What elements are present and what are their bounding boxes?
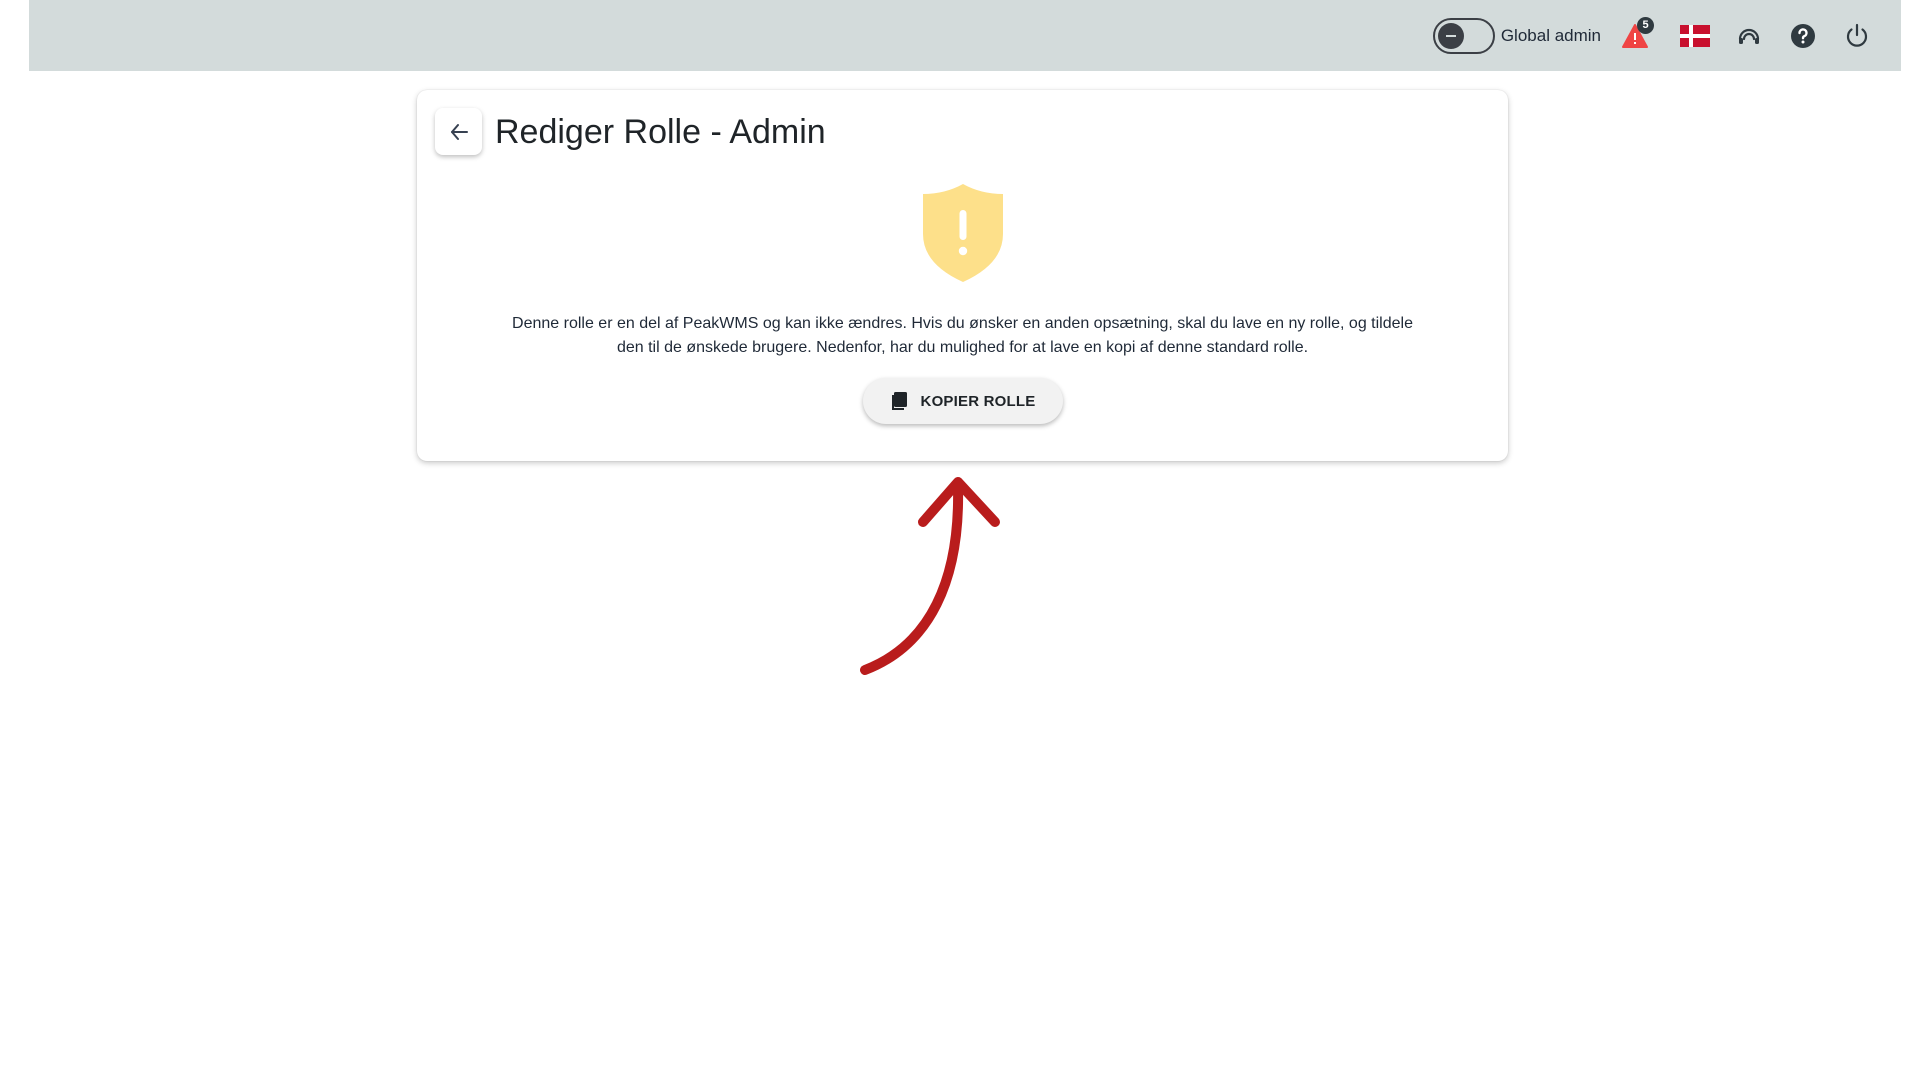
- language-button[interactable]: [1679, 20, 1711, 52]
- power-icon: [1846, 23, 1868, 47]
- global-admin-toggle[interactable]: [1432, 18, 1495, 54]
- annotation-arrow-icon: [860, 477, 1000, 675]
- copy-role-button[interactable]: KOPIER ROLLE: [863, 378, 1063, 424]
- logout-button[interactable]: [1841, 20, 1873, 52]
- headset-support-icon: [1738, 28, 1760, 44]
- back-button[interactable]: [435, 108, 482, 155]
- alerts-button[interactable]: 5: [1619, 17, 1654, 52]
- support-button[interactable]: [1733, 20, 1765, 52]
- global-admin-label: Global admin: [1500, 26, 1601, 45]
- notice-line-2: den til de ønskede brugere. Nedenfor, ha…: [616, 339, 1309, 356]
- help-button[interactable]: [1787, 20, 1819, 52]
- role-card: Rediger Rolle - Admin Denne rolle er en …: [417, 90, 1508, 461]
- top-bar-actions: Global admin 5: [1432, 17, 1873, 55]
- top-bar: Global admin 5: [29, 0, 1901, 71]
- alert-count-badge: 5: [1637, 17, 1654, 34]
- shield-exclamation-icon: [923, 184, 1003, 282]
- copy-role-label: KOPIER ROLLE: [920, 392, 1036, 410]
- arrow-left-icon: [450, 123, 468, 140]
- help-circle-icon: [1791, 24, 1815, 48]
- read-only-notice: Denne rolle er en del af PeakWMS og kan …: [437, 312, 1488, 360]
- toggle-switch-icon: [1437, 23, 1464, 49]
- notice-line-1: Denne rolle er en del af PeakWMS og kan …: [512, 315, 1413, 332]
- page-title: Rediger Rolle - Admin: [495, 113, 826, 151]
- copy-icon: [891, 392, 909, 410]
- danish-flag-icon: [1680, 25, 1710, 47]
